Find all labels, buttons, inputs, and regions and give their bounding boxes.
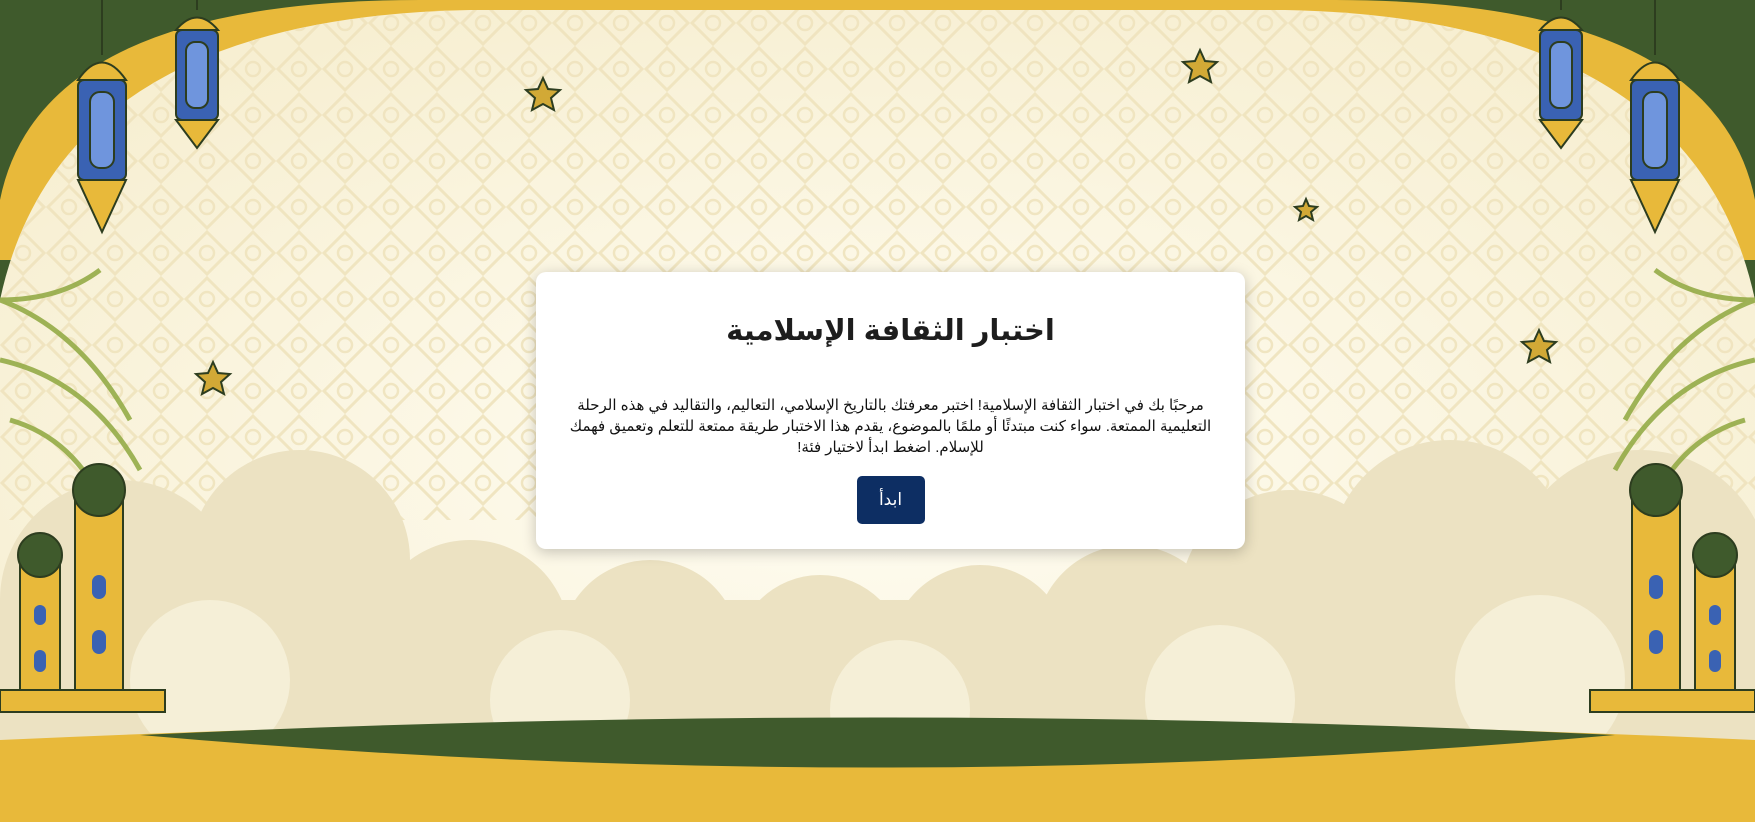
quiz-intro-card: اختبار الثقافة الإسلامية مرحبًا بك في اخ… (536, 272, 1245, 549)
quiz-description: مرحبًا بك في اختبار الثقافة الإسلامية! ا… (569, 396, 1212, 456)
page: اختبار الثقافة الإسلامية مرحبًا بك في اخ… (0, 0, 1755, 822)
quiz-title: اختبار الثقافة الإسلامية (726, 315, 1055, 347)
start-button[interactable]: ابدأ (856, 475, 925, 524)
